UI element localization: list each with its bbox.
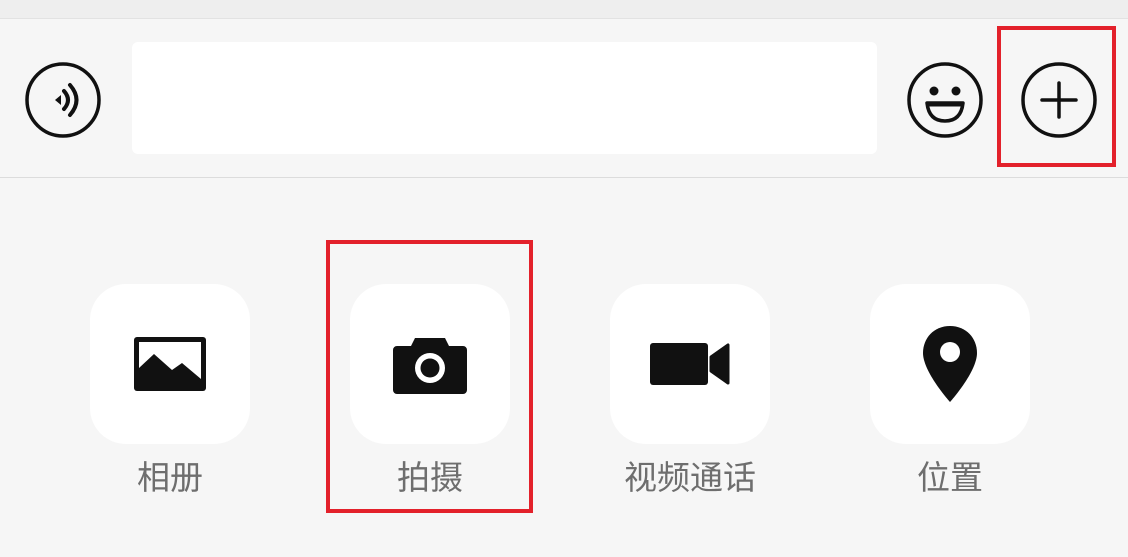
image-icon bbox=[134, 337, 206, 391]
location-label: 位置 bbox=[917, 458, 983, 497]
video-camera-icon bbox=[650, 343, 730, 385]
emoji-button[interactable] bbox=[906, 61, 984, 139]
location-pin-icon bbox=[923, 326, 977, 402]
album-tile[interactable]: 相册 bbox=[90, 284, 250, 524]
message-text-input[interactable] bbox=[132, 42, 877, 154]
camera-tile[interactable]: 拍摄 bbox=[350, 284, 510, 524]
location-tile-box bbox=[870, 284, 1030, 444]
voice-input-button[interactable] bbox=[24, 61, 102, 139]
camera-label: 拍摄 bbox=[397, 458, 463, 497]
top-divider-strip bbox=[0, 0, 1128, 19]
video-call-tile[interactable]: 视频通话 bbox=[610, 284, 770, 524]
emoji-smile-icon bbox=[907, 62, 983, 138]
camera-icon bbox=[393, 338, 467, 394]
album-tile-box bbox=[90, 284, 250, 444]
more-options-button[interactable] bbox=[1020, 61, 1098, 139]
video-call-label: 视频通话 bbox=[624, 458, 756, 497]
plus-circle-icon bbox=[1021, 62, 1097, 138]
album-label: 相册 bbox=[137, 458, 203, 497]
chat-input-area: 相册 拍摄 视频通话 位置 bbox=[0, 0, 1128, 557]
location-tile[interactable]: 位置 bbox=[870, 284, 1030, 524]
video-call-tile-box bbox=[610, 284, 770, 444]
camera-tile-box bbox=[350, 284, 510, 444]
voice-icon bbox=[25, 62, 101, 138]
